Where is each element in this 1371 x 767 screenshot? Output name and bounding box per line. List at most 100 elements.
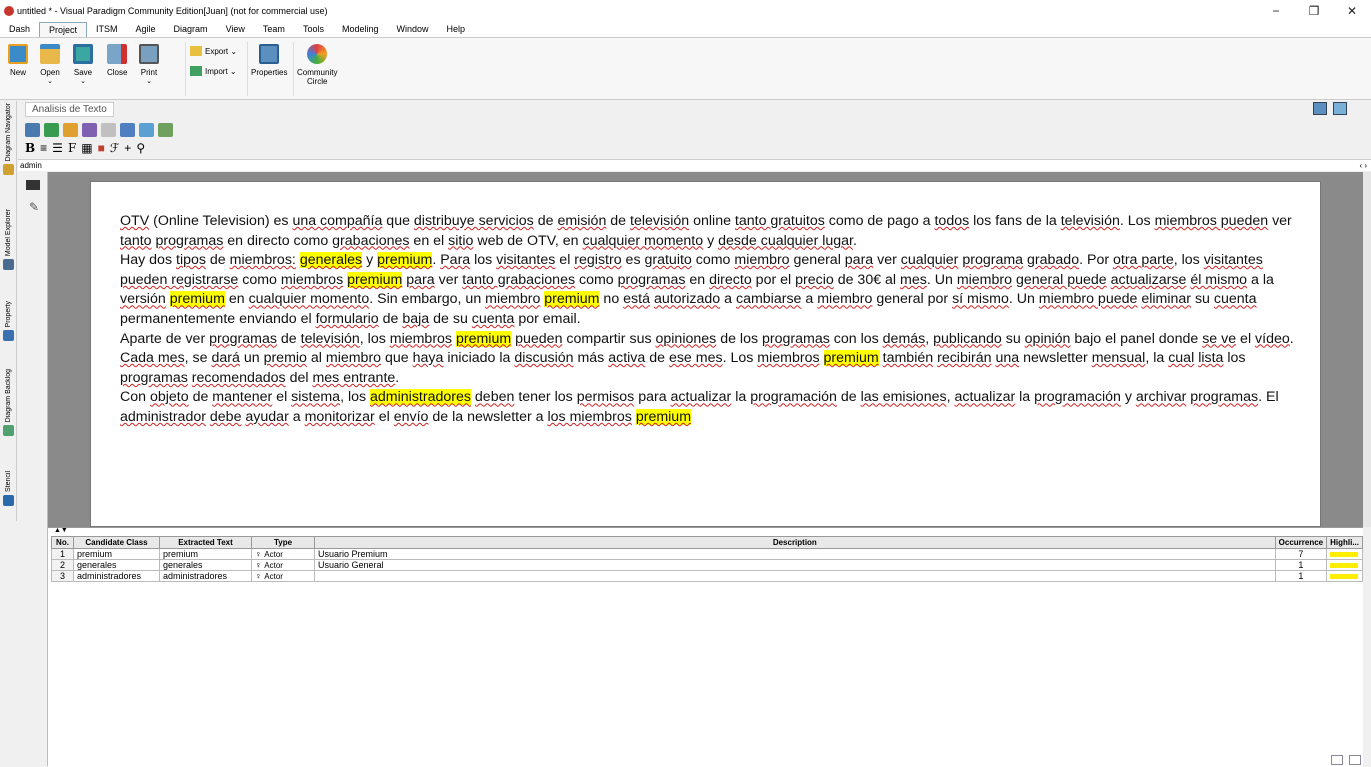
new-button[interactable]: New — [8, 44, 28, 77]
properties-button[interactable]: Properties — [251, 44, 287, 77]
save-label: Save — [73, 68, 93, 77]
import-text-icon[interactable] — [44, 123, 59, 137]
tab-diagram-backlog[interactable]: Diagram Backlog — [1, 369, 16, 437]
minimize-button[interactable]: − — [1257, 0, 1295, 22]
align-icon[interactable]: ≡ — [40, 141, 47, 155]
menu-team[interactable]: Team — [254, 22, 294, 37]
highlight-cell[interactable] — [1326, 559, 1363, 571]
list-icon[interactable]: ☰ — [52, 141, 63, 155]
close-window-button[interactable]: ✕ — [1333, 0, 1371, 22]
table-row[interactable]: 2 generales generales ♀ Actor Usuario Ge… — [51, 559, 1363, 571]
col-highlight[interactable]: Highli... — [1326, 536, 1363, 549]
community-circle-button[interactable]: Community Circle — [297, 44, 337, 86]
menu-project[interactable]: Project — [39, 22, 88, 37]
maximize-button[interactable]: ❐ — [1295, 0, 1333, 22]
table-tool-icon[interactable] — [26, 180, 40, 190]
print-chevron-icon: ⌄ — [146, 78, 152, 85]
menu-modeling[interactable]: Modeling — [333, 22, 388, 37]
font-family-icon[interactable]: F — [68, 141, 76, 155]
import-label: Import — [205, 66, 228, 76]
menu-help[interactable]: Help — [438, 22, 475, 37]
vertical-scrollbar[interactable] — [1363, 172, 1371, 527]
row-number: 3 — [51, 570, 74, 582]
tab-diagram-navigator[interactable]: Diagram Navigator — [1, 103, 16, 176]
open-button[interactable]: Open ⌄ — [40, 44, 60, 85]
close-button[interactable]: Close — [107, 44, 127, 77]
tab-model-explorer[interactable]: Model Explorer — [1, 209, 16, 271]
candidate-class-cell[interactable]: administradores — [73, 570, 160, 582]
table-icon[interactable] — [139, 123, 154, 137]
circle-label: Circle — [307, 77, 328, 86]
problem-statement-text[interactable]: OTV (Online Television) es una compañía … — [120, 212, 1300, 428]
description-cell[interactable]: Usuario General — [314, 559, 1276, 571]
grid-icon[interactable] — [158, 123, 173, 137]
actor-icon: ♀ — [255, 560, 262, 570]
col-occurrence[interactable]: Occurrence — [1274, 536, 1328, 549]
print-button[interactable]: Print ⌄ — [139, 44, 159, 85]
type-cell[interactable]: ♀ Actor — [251, 548, 315, 560]
tab-stencil[interactable]: Stencil — [1, 471, 16, 507]
collapse-arrows-icon[interactable]: ▲▼ — [54, 527, 68, 534]
clear-icon[interactable] — [101, 123, 116, 137]
menu-dash[interactable]: Dash — [0, 22, 39, 37]
export-text-icon[interactable] — [63, 123, 78, 137]
document-icon[interactable] — [1349, 755, 1361, 765]
highlighter-icon[interactable] — [82, 123, 97, 137]
export-icon — [190, 46, 202, 56]
scroll-arrows-icon[interactable]: ‹ › — [1359, 160, 1367, 171]
row-number: 1 — [51, 548, 74, 560]
color-icon[interactable]: ■ — [98, 141, 105, 155]
col-no[interactable]: No. — [51, 536, 74, 549]
close-label: Close — [107, 68, 128, 77]
doc-icon[interactable] — [25, 123, 40, 137]
save-icon — [73, 44, 93, 64]
menu-diagram[interactable]: Diagram — [165, 22, 217, 37]
font-icon[interactable] — [120, 123, 135, 137]
menu-view[interactable]: View — [217, 22, 254, 37]
find-icon[interactable]: ⚲ — [136, 141, 145, 155]
title-bar: untitled * - Visual Paradigm Community E… — [0, 0, 1371, 22]
type-cell[interactable]: ♀ Actor — [251, 559, 315, 571]
table-row[interactable]: 3 administradores administradores ♀ Acto… — [51, 570, 1363, 582]
diagram-toggle-icon[interactable] — [1313, 102, 1327, 115]
type-label: Actor — [264, 572, 283, 581]
actor-icon: ♀ — [255, 549, 262, 559]
tab-property[interactable]: Property — [1, 301, 16, 342]
table-header-row: No. Candidate Class Extracted Text Type … — [51, 536, 1363, 549]
menu-tools[interactable]: Tools — [294, 22, 333, 37]
col-type[interactable]: Type — [251, 536, 315, 549]
candidate-class-panel: ▲▼ No. Candidate Class Extracted Text Ty… — [48, 527, 1363, 767]
insert-icon[interactable]: + — [124, 141, 131, 155]
menu-agile[interactable]: Agile — [127, 22, 165, 37]
formula-icon[interactable]: ℱ — [110, 141, 119, 155]
community-label: Community — [297, 68, 338, 77]
table-row[interactable]: 1 premium premium ♀ Actor Usuario Premiu… — [51, 548, 1363, 560]
breadcrumb[interactable]: Analisis de Texto — [25, 102, 114, 117]
menu-itsm[interactable]: ITSM — [87, 22, 127, 37]
type-cell[interactable]: ♀ Actor — [251, 570, 315, 582]
highlight-cell[interactable] — [1326, 570, 1363, 582]
description-cell[interactable] — [314, 570, 1276, 582]
col-candidate-class[interactable]: Candidate Class — [73, 536, 160, 549]
save-button[interactable]: Save ⌄ — [73, 44, 93, 85]
text-document[interactable]: OTV (Online Television) es una compañía … — [90, 181, 1321, 527]
properties-icon — [259, 44, 280, 64]
import-button[interactable]: Import ⌄ — [190, 66, 237, 76]
bold-icon[interactable]: B — [25, 141, 35, 155]
highlight-cell[interactable] — [1326, 548, 1363, 560]
user-row: admin ‹ › — [18, 159, 1371, 171]
occurrence-cell: 7 — [1274, 548, 1328, 560]
panel-layout-icon[interactable] — [1333, 102, 1347, 115]
open-label: Open — [40, 68, 60, 77]
candidate-class-cell[interactable]: generales — [73, 559, 160, 571]
col-extracted-text[interactable]: Extracted Text — [159, 536, 252, 549]
type-label: Actor — [264, 550, 283, 559]
menu-window[interactable]: Window — [387, 22, 437, 37]
col-description[interactable]: Description — [314, 536, 1276, 549]
candidate-class-cell[interactable]: premium — [73, 548, 160, 560]
pen-tool-icon[interactable]: ✎ — [29, 200, 39, 214]
background-icon[interactable]: ▦ — [81, 141, 92, 155]
mail-icon[interactable] — [1331, 755, 1343, 765]
description-cell[interactable]: Usuario Premium — [314, 548, 1276, 560]
export-button[interactable]: Export ⌄ — [190, 46, 237, 56]
